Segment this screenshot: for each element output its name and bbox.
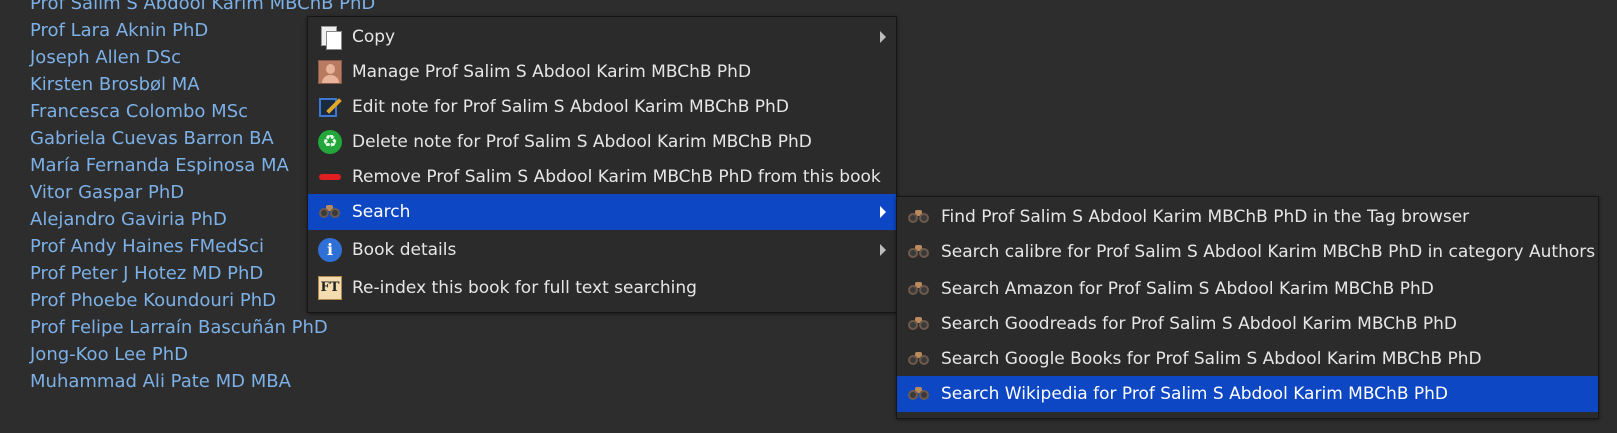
menu-item-label: Book details	[352, 240, 457, 260]
binoculars-icon	[907, 312, 931, 336]
submenu-item-tag-browser[interactable]: Find Prof Salim S Abdool Karim MBChB PhD…	[897, 199, 1598, 235]
binoculars-icon	[907, 382, 931, 406]
menu-item-label: Re-index this book for full text searchi…	[352, 278, 697, 298]
submenu-arrow-icon	[880, 244, 886, 256]
menu-item-label: Search Amazon for Prof Salim S Abdool Ka…	[941, 279, 1434, 299]
copy-icon	[318, 25, 342, 50]
author-link[interactable]: Prof Salim S Abdool Karim MBChB PhD	[30, 0, 375, 17]
submenu-arrow-icon	[880, 206, 886, 218]
menu-item-label: Search calibre for Prof Salim S Abdool K…	[941, 242, 1596, 262]
info-icon: i	[318, 238, 342, 262]
menu-item-label: Delete note for Prof Salim S Abdool Kari…	[352, 132, 812, 152]
remove-icon	[318, 165, 342, 189]
menu-item-reindex[interactable]: FT Re-index this book for full text sear…	[308, 270, 896, 306]
user-icon	[318, 60, 342, 84]
edit-note-icon	[318, 95, 342, 119]
submenu-item-search-amazon[interactable]: Search Amazon for Prof Salim S Abdool Ka…	[897, 271, 1598, 307]
menu-item-label: Copy	[352, 27, 396, 47]
menu-item-label: Find Prof Salim S Abdool Karim MBChB PhD…	[941, 207, 1470, 227]
menu-item-search[interactable]: Search	[308, 194, 896, 230]
menu-item-label: Remove Prof Salim S Abdool Karim MBChB P…	[352, 167, 881, 187]
menu-item-delete-note[interactable]: ♻ Delete note for Prof Salim S Abdool Ka…	[308, 124, 896, 160]
author-link[interactable]: Jong-Koo Lee PhD	[30, 341, 375, 368]
menu-item-remove-author[interactable]: Remove Prof Salim S Abdool Karim MBChB P…	[308, 159, 896, 195]
binoculars-icon	[907, 205, 931, 229]
submenu-item-search-google-books[interactable]: Search Google Books for Prof Salim S Abd…	[897, 341, 1598, 377]
submenu-item-search-wikipedia[interactable]: Search Wikipedia for Prof Salim S Abdool…	[897, 376, 1598, 412]
menu-item-label: Edit note for Prof Salim S Abdool Karim …	[352, 97, 789, 117]
menu-item-label: Manage Prof Salim S Abdool Karim MBChB P…	[352, 62, 752, 82]
binoculars-icon	[318, 200, 342, 224]
binoculars-icon	[907, 240, 931, 264]
context-menu: Copy Manage Prof Salim S Abdool Karim MB…	[307, 16, 897, 313]
author-link[interactable]: Muhammad Ali Pate MD MBA	[30, 368, 375, 395]
menu-item-book-details[interactable]: i Book details	[308, 232, 896, 268]
binoculars-icon	[907, 347, 931, 371]
full-text-icon: FT	[318, 276, 342, 300]
menu-item-label: Search Goodreads for Prof Salim S Abdool…	[941, 314, 1458, 334]
submenu-item-search-goodreads[interactable]: Search Goodreads for Prof Salim S Abdool…	[897, 306, 1598, 342]
menu-item-edit-note[interactable]: Edit note for Prof Salim S Abdool Karim …	[308, 89, 896, 125]
author-link[interactable]: Prof Felipe Larraín Bascuñán PhD	[30, 314, 375, 341]
search-submenu: Find Prof Salim S Abdool Karim MBChB PhD…	[896, 196, 1599, 419]
binoculars-icon	[907, 277, 931, 301]
menu-item-manage-author[interactable]: Manage Prof Salim S Abdool Karim MBChB P…	[308, 54, 896, 90]
menu-item-label: Search	[352, 202, 411, 222]
menu-item-copy[interactable]: Copy	[308, 19, 896, 55]
recycle-icon: ♻	[318, 130, 342, 154]
menu-item-label: Search Wikipedia for Prof Salim S Abdool…	[941, 384, 1449, 404]
submenu-item-search-calibre[interactable]: Search calibre for Prof Salim S Abdool K…	[897, 234, 1598, 270]
submenu-arrow-icon	[880, 31, 886, 43]
menu-item-label: Search Google Books for Prof Salim S Abd…	[941, 349, 1482, 369]
